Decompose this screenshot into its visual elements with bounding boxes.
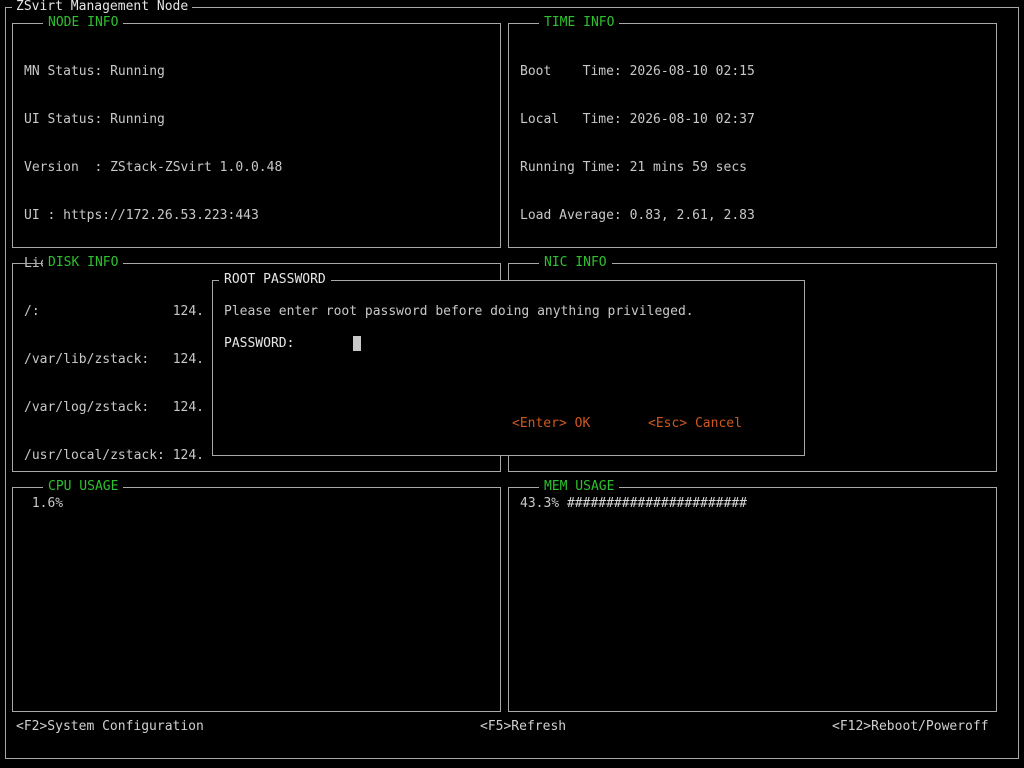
node-info-panel: NODE INFO MN Status: Running UI Status: … (12, 15, 501, 271)
time-info-title: TIME INFO (539, 15, 620, 31)
ui-status: UI Status: Running (24, 112, 165, 127)
mem-usage-panel: MEM USAGE 43.3% ####################### (508, 479, 997, 712)
window-title: ZSvirt Management Node (12, 0, 193, 15)
local-time: Local Time: 2026-08-10 02:37 (520, 112, 755, 127)
disk-info-lines: /: 124. /var/lib/zstack: 124. /var/log/z… (24, 272, 204, 496)
cpu-usage-title: CPU USAGE (43, 479, 124, 495)
load-average: Load Average: 0.83, 2.61, 2.83 (520, 208, 755, 223)
time-info-panel: TIME INFO Boot Time: 2026-08-10 02:15 Lo… (508, 15, 997, 248)
password-input[interactable] (352, 336, 652, 352)
refresh-key[interactable]: <F5>Refresh (480, 719, 566, 735)
version: Version : ZStack-ZSvirt 1.0.0.48 (24, 160, 283, 175)
time-info-lines: Boot Time: 2026-08-10 02:15 Local Time: … (520, 32, 755, 256)
ok-button[interactable]: <Enter> OK (512, 416, 590, 432)
dialog-message: Please enter root password before doing … (224, 304, 694, 319)
nic-info-title: NIC INFO (539, 255, 612, 271)
text-cursor (353, 336, 361, 351)
running-time: Running Time: 21 mins 59 secs (520, 160, 747, 175)
cpu-usage-panel: CPU USAGE 1.6% (12, 479, 501, 712)
reboot-poweroff-key[interactable]: <F12>Reboot/Poweroff (832, 719, 989, 735)
disk-usr-local-zstack: /usr/local/zstack: 124. (24, 448, 205, 463)
mn-status: MN Status: Running (24, 64, 165, 79)
mem-usage-title: MEM USAGE (539, 479, 620, 495)
mem-usage-line: 43.3% ####################### (520, 496, 747, 512)
mem-usage-bar: ####################### (566, 496, 747, 511)
disk-info-title: DISK INFO (43, 255, 124, 271)
cancel-button[interactable]: <Esc> Cancel (648, 416, 742, 432)
mem-usage-value: 43.3% (520, 496, 560, 511)
system-configuration-key[interactable]: <F2>System Configuration (16, 719, 204, 735)
password-label: PASSWORD: (224, 336, 295, 351)
disk-var-lib-zstack: /var/lib/zstack: 124. (24, 352, 205, 367)
dialog-title: ROOT PASSWORD (219, 272, 331, 288)
cpu-usage-value: 1.6% (24, 496, 64, 511)
ui-url: UI : https://172.26.53.223:443 (24, 208, 259, 223)
node-info-title: NODE INFO (43, 15, 124, 31)
boot-time: Boot Time: 2026-08-10 02:15 (520, 64, 755, 79)
root-password-dialog: ROOT PASSWORD Please enter root password… (212, 272, 805, 456)
disk-root: /: 124. (24, 304, 205, 319)
disk-var-log-zstack: /var/log/zstack: 124. (24, 400, 205, 415)
